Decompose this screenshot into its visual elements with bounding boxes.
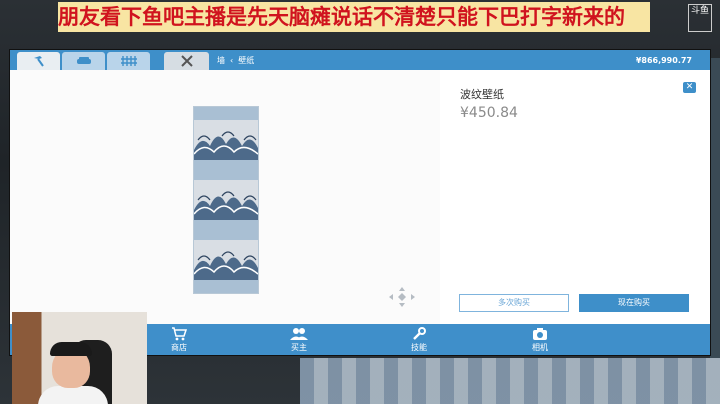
fence-icon — [120, 56, 137, 66]
camera-icon — [533, 328, 547, 340]
nav-shop[interactable]: 商店 — [149, 327, 209, 353]
wallpaper-preview — [193, 106, 259, 294]
nav-camera-label: 相机 — [532, 343, 548, 352]
nav-buyers-label: 买主 — [291, 343, 307, 352]
webcam-overlay — [12, 312, 147, 404]
background-wallpaper-wall — [300, 358, 720, 404]
preview-band — [194, 107, 258, 120]
buy-now-button[interactable]: 现在购买 — [579, 294, 689, 312]
nav-buyers[interactable]: 买主 — [269, 327, 329, 353]
item-name: 波纹壁纸 — [460, 88, 504, 101]
item-detail-panel: 波纹壁纸 ¥450.84 ✕ 多次购买 现在购买 — [440, 70, 710, 324]
nav-camera[interactable]: 相机 — [510, 327, 570, 353]
preview-band — [194, 160, 258, 180]
tools-icon — [180, 55, 193, 67]
buy-multiple-button[interactable]: 多次购买 — [459, 294, 569, 312]
breadcrumb-category[interactable]: 墙 — [217, 53, 225, 68]
tab-furniture[interactable] — [62, 52, 105, 70]
douyu-logo: 斗鱼 — [688, 4, 712, 32]
stream-banner: 朋友看下鱼吧主播是先天脑瘫说话不清楚只能下巴打字新来的 — [58, 2, 650, 32]
people-icon — [290, 328, 308, 340]
breadcrumb: 墙 ‹ 壁纸 — [217, 53, 254, 68]
move-arrows-icon — [389, 287, 415, 307]
money-balance: ¥866,990.77 — [635, 56, 692, 65]
cart-icon — [172, 327, 187, 341]
chevron-left-icon: ‹ — [230, 56, 234, 65]
tab-tools[interactable] — [164, 52, 209, 70]
preview-tile — [194, 120, 258, 160]
preview-tile — [194, 180, 258, 220]
hammer-icon — [33, 56, 44, 67]
logo-text: 斗鱼 — [690, 6, 709, 16]
nav-skills-label: 技能 — [411, 343, 427, 352]
tab-build[interactable] — [17, 52, 60, 70]
shop-window: 墙 ‹ 壁纸 ¥866,990.77 波纹壁纸 ¥450.84 ✕ 多次购买 现… — [10, 50, 710, 355]
item-price: ¥450.84 — [460, 105, 518, 121]
background-edge — [710, 58, 720, 358]
sofa-icon — [76, 57, 91, 64]
rotate-view-control[interactable] — [388, 286, 416, 308]
preview-tile — [194, 240, 258, 280]
nav-shop-label: 商店 — [171, 343, 187, 352]
preview-band — [194, 220, 258, 240]
close-icon: ✕ — [685, 82, 694, 92]
breadcrumb-sub: 壁纸 — [238, 56, 255, 65]
top-bar: 墙 ‹ 壁纸 ¥866,990.77 — [10, 50, 710, 70]
tab-fence[interactable] — [107, 52, 150, 70]
close-button[interactable]: ✕ — [683, 82, 696, 93]
wrench-icon — [413, 327, 426, 340]
banner-text: 朋友看下鱼吧主播是先天脑瘫说话不清楚只能下巴打字新来的 — [58, 5, 625, 29]
preview-band — [194, 280, 258, 293]
nav-skills[interactable]: 技能 — [389, 327, 449, 353]
